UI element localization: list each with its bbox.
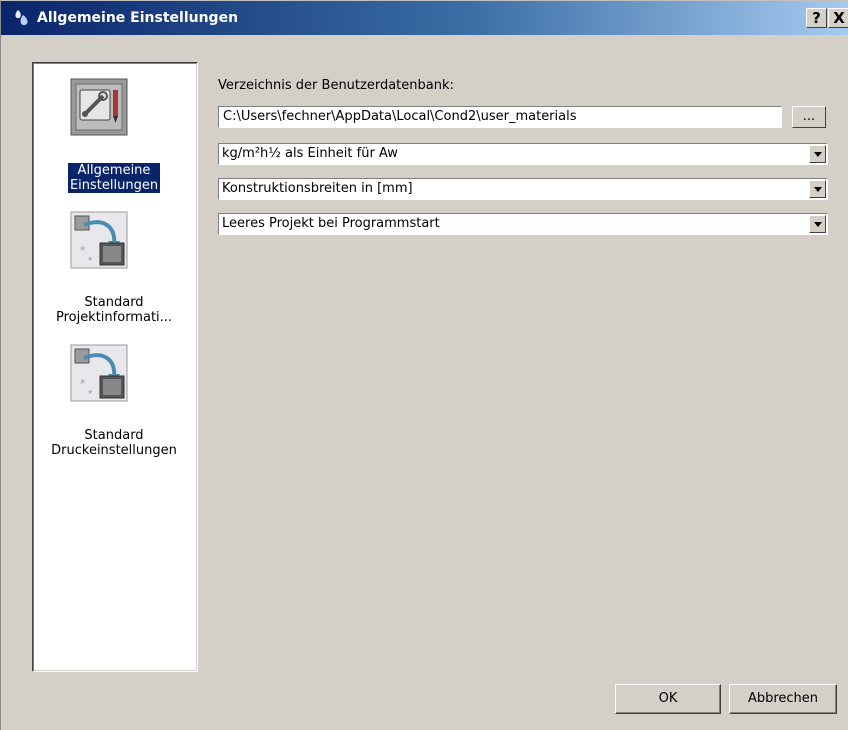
title-bar[interactable]: Allgemeine Einstellungen ? X xyxy=(1,1,848,35)
construction-width-value: Konstruktionsbreiten in [mm] xyxy=(222,181,413,196)
sidebar-item-label: Standard xyxy=(84,428,144,443)
chevron-down-icon[interactable] xyxy=(809,215,826,233)
settings-dialog: Allgemeine Einstellungen ? X Allgemeine … xyxy=(0,0,848,730)
tools-icon xyxy=(70,78,128,136)
sidebar-item-label: Druckeinstellungen xyxy=(51,443,177,458)
cancel-button[interactable]: Abbrechen xyxy=(729,684,837,714)
chevron-down-icon[interactable] xyxy=(809,180,826,198)
browse-button[interactable]: ... xyxy=(792,106,826,128)
startup-project-value: Leeres Projekt bei Programmstart xyxy=(222,216,440,231)
database-path-field[interactable]: C:\Users\fechner\AppData\Local\Cond2\use… xyxy=(218,106,782,128)
sidebar-item-label: Allgemeine xyxy=(77,163,151,178)
ok-button[interactable]: OK xyxy=(615,684,721,714)
window-title: Allgemeine Einstellungen xyxy=(37,10,239,26)
project-template-icon: ★ ★ xyxy=(70,211,128,269)
category-list: Allgemeine Einstellungen ★ ★ Standard Pr… xyxy=(32,62,198,672)
aw-unit-select[interactable]: kg/m²h½ als Einheit für Aw xyxy=(218,143,828,165)
app-icon xyxy=(15,10,28,26)
chevron-down-icon[interactable] xyxy=(809,145,826,163)
sidebar-item-label: Projektinformati... xyxy=(55,310,173,325)
close-button[interactable]: X xyxy=(828,8,848,28)
database-directory-label: Verzeichnis der Benutzerdatenbank: xyxy=(218,78,454,93)
construction-width-select[interactable]: Konstruktionsbreiten in [mm] xyxy=(218,178,828,200)
svg-text:★: ★ xyxy=(79,377,86,386)
print-template-icon: ★ ★ xyxy=(70,344,128,402)
svg-text:★: ★ xyxy=(87,255,93,263)
sidebar-item-label: Standard xyxy=(84,295,144,310)
startup-project-select[interactable]: Leeres Projekt bei Programmstart xyxy=(218,213,828,235)
sidebar-item-label: Einstellungen xyxy=(69,178,159,193)
svg-text:★: ★ xyxy=(79,244,86,253)
svg-text:★: ★ xyxy=(87,388,93,396)
help-button[interactable]: ? xyxy=(806,8,827,28)
aw-unit-value: kg/m²h½ als Einheit für Aw xyxy=(222,146,398,161)
